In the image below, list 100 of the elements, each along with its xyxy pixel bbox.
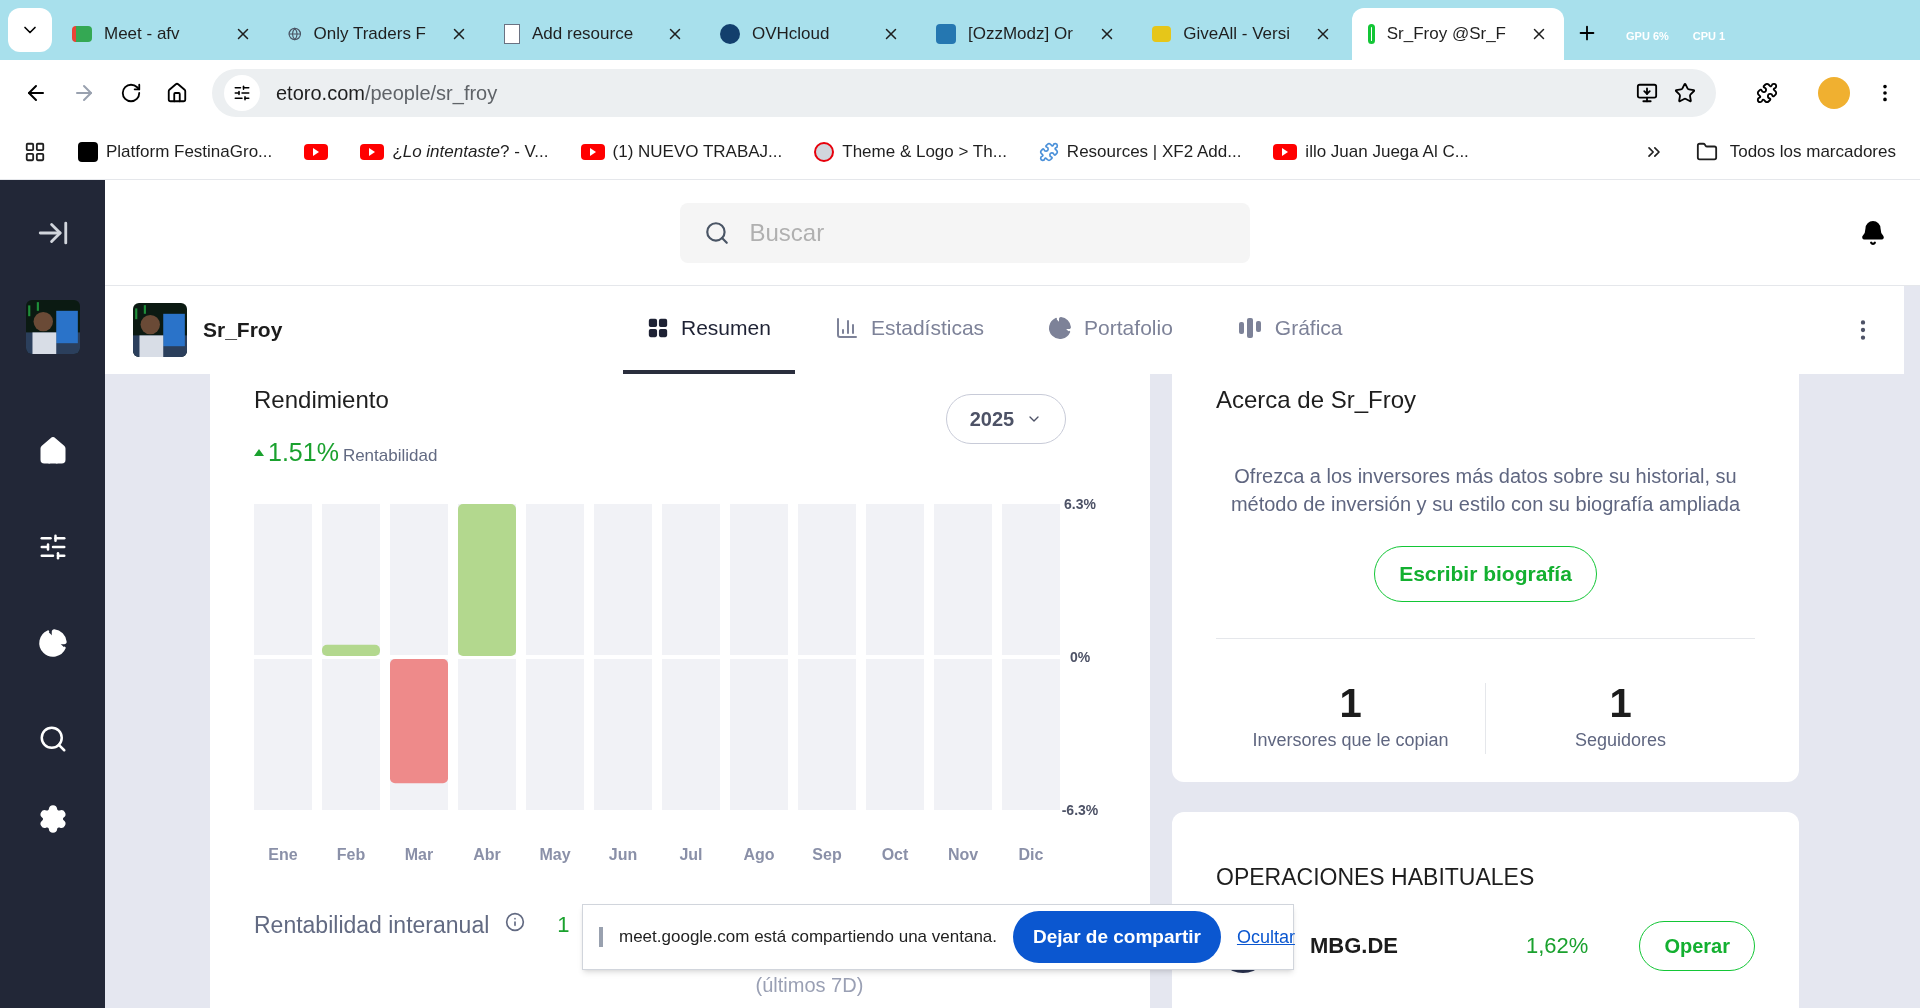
yearly-value: 1 [557, 910, 570, 939]
axis-label: Dic [1018, 845, 1044, 863]
search-icon [703, 219, 730, 246]
profile-tab[interactable]: Estadísticas [810, 286, 1009, 374]
url-text: etoro.com/people/sr_froy [276, 80, 498, 107]
play-icon [580, 144, 605, 160]
instrument-symbol: MBG.DE [1310, 932, 1399, 960]
bookmark-star-icon[interactable] [1674, 81, 1696, 104]
tab-title: Sr_Froy @Sr_F [1386, 23, 1506, 46]
logo-icon [1152, 26, 1172, 42]
browser-tab[interactable]: GiveAll - Versi [1136, 8, 1348, 60]
bookmark-label: Theme & Logo > Th... [842, 141, 1007, 164]
chart-bar [322, 644, 380, 656]
document-icon [504, 24, 520, 44]
all-bookmarks-folder[interactable]: Todos los marcadores [1695, 139, 1896, 165]
pie-chart-icon [1048, 316, 1073, 340]
play-icon [360, 144, 385, 160]
tab-title: [OzzModz] Or [968, 23, 1073, 46]
logo-icon [936, 24, 956, 44]
card-title: OPERACIONES HABITUALES [1216, 863, 1536, 892]
browser-tab[interactable]: Meet - afv [56, 8, 268, 60]
home-icon[interactable] [166, 81, 188, 104]
candlestick-icon [1236, 316, 1263, 340]
browser-tab[interactable]: [OzzModz] Or [920, 8, 1132, 60]
browser-tab[interactable]: Sr_Froy @Sr_F [1352, 8, 1564, 60]
portfolio-icon[interactable] [37, 628, 68, 658]
puzzle-icon [1038, 142, 1059, 162]
axis-label: Feb [336, 845, 366, 863]
axis-label: Jun [608, 845, 638, 863]
bookmark[interactable]: (1) NUEVO TRABAJ... [580, 139, 783, 165]
install-icon[interactable] [1636, 81, 1658, 104]
site-settings-icon[interactable] [233, 83, 251, 102]
bookmark[interactable] [304, 144, 329, 160]
axis-label: Jul [679, 845, 703, 863]
section-label: Rentabilidad interanual [254, 910, 490, 940]
instrument-change: 1,62% [1526, 932, 1589, 960]
play-icon [1273, 144, 1298, 160]
logo-icon [78, 142, 98, 162]
bookmark[interactable]: Theme & Logo > Th... [814, 139, 1007, 165]
home-icon[interactable] [37, 436, 68, 466]
tab-title: Meet - afv [104, 23, 180, 46]
play-icon [304, 144, 329, 160]
notification-bell-icon[interactable] [1860, 219, 1886, 246]
bookmark[interactable]: Platform FestinaGro... [78, 139, 273, 165]
browser-tab[interactable]: Only Traders F [272, 8, 484, 60]
bookmark-label: Platform FestinaGro... [106, 141, 273, 164]
reload-icon[interactable] [120, 81, 142, 104]
share-banner-text: meet.google.com está compartiendo una ventana. [619, 926, 998, 949]
return-value: 1.51% [268, 437, 339, 468]
address-bar[interactable]: etoro.com/people/sr_froy [212, 68, 1716, 117]
overlay-stat: CPU 1 [1692, 28, 1726, 44]
bookmark[interactable]: illo Juan Juega Al C... [1273, 139, 1469, 165]
bookmark-label: Resources | XF2 Add... [1066, 141, 1242, 164]
stat-label: Seguidores [1574, 729, 1667, 752]
logo-icon [1368, 24, 1375, 44]
stat-label: Inversores que le copian [1252, 729, 1449, 752]
profile-name: Sr_Froy [203, 317, 284, 344]
axis-label: Ago [743, 845, 775, 863]
bar-chart-icon [834, 316, 859, 340]
tab-title: OVHcloud [752, 23, 830, 46]
tab-title: GiveAll - Versi [1183, 23, 1290, 46]
globe-icon [288, 25, 302, 43]
bookmark-label: ¿Lo intentaste? - V... [392, 141, 549, 164]
bookmark[interactable]: ¿Lo intentaste? - V... [360, 139, 549, 165]
up-triangle-icon [254, 449, 264, 457]
extensions-icon[interactable] [1756, 81, 1778, 104]
stat-value: 1 [1339, 683, 1362, 723]
axis-label: 0% [1069, 648, 1091, 665]
card-title: Acerca de Sr_Froy [1216, 385, 1418, 415]
profile-tab[interactable]: Gráfica [1212, 286, 1367, 374]
axis-label: Nov [947, 845, 979, 863]
hide-link[interactable]: Ocultar [1236, 923, 1295, 951]
axis-label: Oct [881, 845, 909, 863]
folder-icon [1695, 141, 1718, 163]
profile-tab[interactable]: Portafolio [1024, 286, 1197, 374]
bookmark[interactable]: Resources | XF2 Add... [1038, 139, 1242, 165]
info-icon[interactable] [505, 911, 526, 932]
settings-icon[interactable] [37, 804, 68, 834]
return-label: Rentabilidad [342, 445, 438, 467]
axis-label: Sep [812, 845, 842, 863]
bookmark-label: illo Juan Juega Al C... [1305, 141, 1469, 164]
browser-tab[interactable]: Add resource [488, 8, 700, 60]
tab-title: Add resource [532, 23, 634, 46]
axis-label: May [539, 845, 571, 863]
axis-label: Ene [268, 845, 298, 863]
axis-label: Abr [473, 845, 501, 863]
bookmark-label: (1) NUEVO TRABAJ... [612, 141, 783, 164]
tab-title: Only Traders F [313, 23, 426, 46]
logo-icon [720, 24, 740, 44]
search-field[interactable]: Buscar [679, 202, 1250, 263]
stat-value: 1 [1609, 683, 1632, 723]
drag-handle-icon[interactable] [599, 927, 603, 947]
year-dropdown[interactable]: 2025 [946, 394, 1066, 444]
apps-icon[interactable] [24, 141, 46, 163]
about-text: Ofrezca a los inversores más datos sobre su historial, su método de inversión y su estilo con su biografía ampliada [1229, 464, 1742, 517]
stop-sharing-button[interactable]: Dejar de compartir [1013, 911, 1221, 963]
card-title: Rendimiento [254, 385, 390, 415]
browser-tab[interactable]: OVHcloud [704, 8, 916, 60]
overlay-stat: GPU 6% [1626, 28, 1669, 44]
period-label: (últimos 7D) [755, 972, 864, 998]
